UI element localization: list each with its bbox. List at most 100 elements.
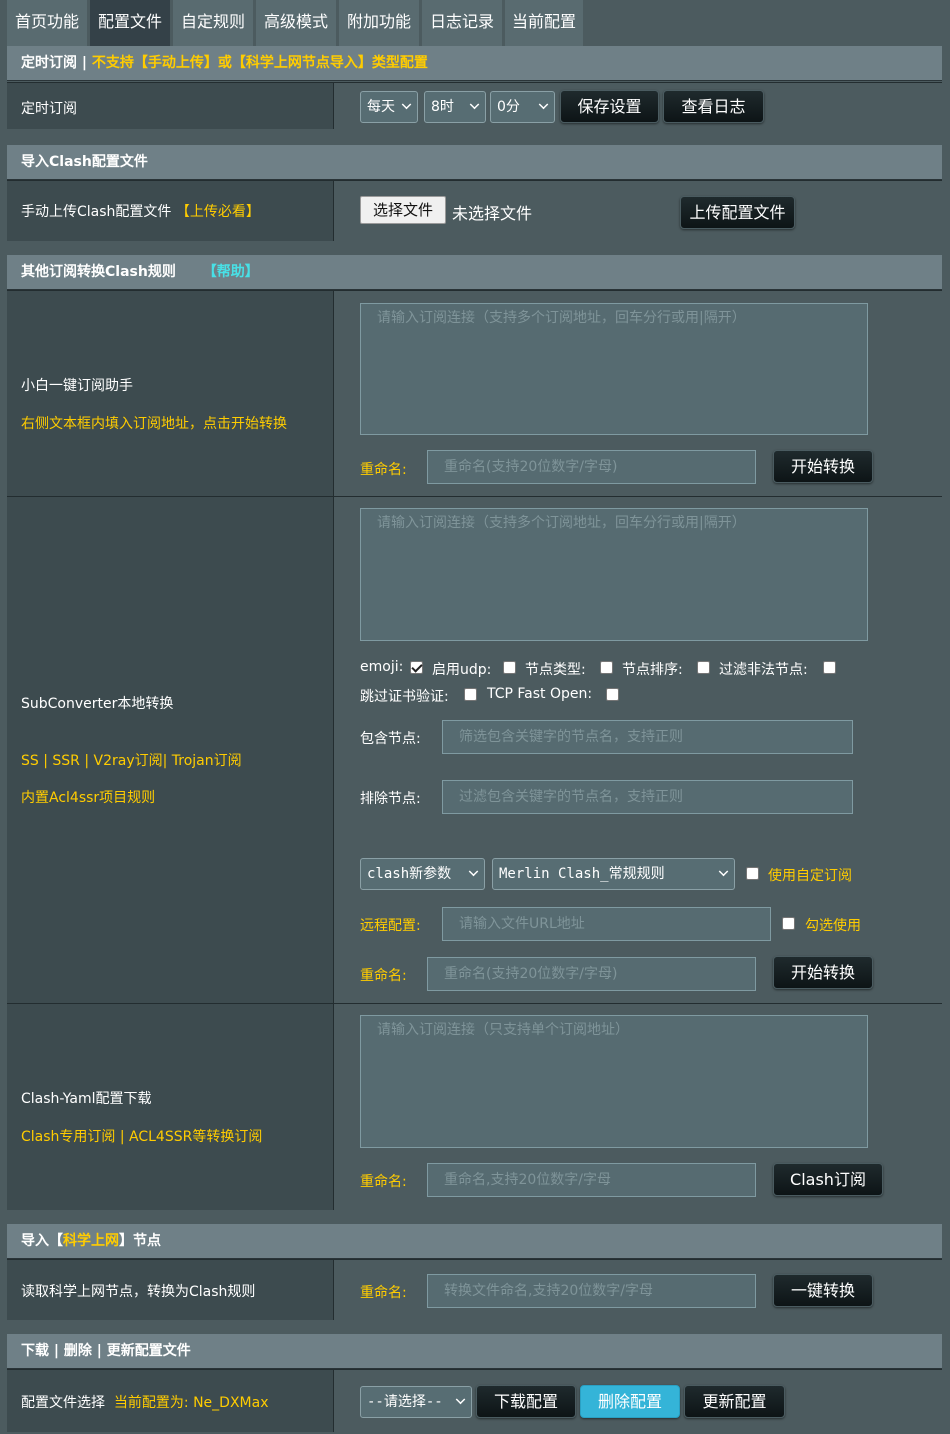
import-clash-label: 手动上传Clash配置文件 xyxy=(21,204,172,220)
minute-select[interactable]: 0分 xyxy=(490,91,555,123)
row-label-cell: Clash-Yaml配置下载 Clash专用订阅 | ACL4SSR等转换订阅 xyxy=(7,1004,334,1210)
udp-checkbox[interactable] xyxy=(503,661,516,674)
chevron-down-icon xyxy=(468,866,479,877)
manage-config-row: 配置文件选择 当前配置为: Ne_DXMax --请选择-- 下载配置 删除配置… xyxy=(7,1369,942,1432)
filter-illegal-checkbox[interactable] xyxy=(823,661,836,674)
timed-label: 定时订阅 xyxy=(21,101,77,117)
rename-label: 重命名: xyxy=(360,1285,407,1301)
include-label: 包含节点: xyxy=(360,731,421,747)
tab-home[interactable]: 首页功能 xyxy=(7,0,87,46)
row-control-cell: --请选择-- 下载配置 删除配置 更新配置 xyxy=(335,1370,942,1432)
config-file-select[interactable]: --请选择-- xyxy=(360,1386,472,1418)
tfo-label: TCP Fast Open: xyxy=(487,686,593,702)
use-remote-label: 勾选使用 xyxy=(805,918,861,934)
udp-label: 启用udp: xyxy=(432,662,492,678)
import-clash-section: 导入Clash配置文件 手动上传Clash配置文件 【上传必看】 选择文件 未选… xyxy=(7,145,942,242)
skip-cert-checkbox[interactable] xyxy=(464,688,477,701)
row-control-cell: 选择文件 未选择文件 上传配置文件 xyxy=(335,181,942,241)
minute-value: 0分 xyxy=(497,99,520,115)
row-control-cell: 请输入订阅连接（只支持单个订阅地址） 重命名: 重命名,支持20位数字/字母 C… xyxy=(335,1004,942,1210)
rule-select[interactable]: Merlin Clash_常规规则 xyxy=(492,858,735,890)
view-log-button[interactable]: 查看日志 xyxy=(663,90,764,123)
emoji-checkbox[interactable] xyxy=(410,661,423,674)
chevron-down-icon xyxy=(469,99,480,110)
rename-label: 重命名: xyxy=(360,1174,407,1190)
chevron-down-icon xyxy=(455,1394,466,1405)
subconverter-row: SubConverter本地转换 SS | SSR | V2ray订阅| Tro… xyxy=(7,496,942,1003)
current-config-label: 当前配置为: xyxy=(113,1395,194,1411)
chevron-down-icon xyxy=(401,99,412,110)
tab-logs[interactable]: 日志记录 xyxy=(422,0,502,46)
row-control-cell: 请输入订阅连接（支持多个订阅地址，回车分行或用|隔开） emoji: 启用udp… xyxy=(335,497,942,1003)
custom-sub-checkbox[interactable] xyxy=(746,867,759,880)
include-nodes-input[interactable]: 筛选包含关键字的节点名，支持正则 xyxy=(442,720,853,754)
day-select[interactable]: 每天 xyxy=(360,91,418,123)
node-sort-label: 节点排序: xyxy=(622,662,683,678)
row-control-cell: 请输入订阅连接（支持多个订阅地址，回车分行或用|隔开） 重命名: 重命名(支持2… xyxy=(335,291,942,496)
save-settings-button[interactable]: 保存设置 xyxy=(560,90,659,123)
rename-label: 重命名: xyxy=(360,968,407,984)
row-label-cell: 手动上传Clash配置文件 【上传必看】 xyxy=(7,181,334,241)
manage-config-header: 下载 | 删除 | 更新配置文件 xyxy=(7,1334,942,1369)
param-select[interactable]: clash新参数 xyxy=(360,858,485,890)
emoji-label: emoji: xyxy=(360,659,404,675)
node-sort-checkbox[interactable] xyxy=(697,661,710,674)
hour-select[interactable]: 8时 xyxy=(424,91,486,123)
yaml-rename-input[interactable]: 重命名,支持20位数字/字母 xyxy=(427,1163,756,1197)
choose-file-button[interactable]: 选择文件 xyxy=(360,196,446,224)
config-select-value: --请选择-- xyxy=(367,1394,443,1410)
tab-config-files[interactable]: 配置文件 xyxy=(90,0,170,46)
chevron-down-icon xyxy=(718,866,729,877)
subconverter-title: SubConverter本地转换 xyxy=(21,696,174,712)
manage-label-line: 配置文件选择 当前配置为: Ne_DXMax xyxy=(21,1392,268,1412)
subconverter-subscription-textarea[interactable]: 请输入订阅连接（支持多个订阅地址，回车分行或用|隔开） xyxy=(360,508,868,641)
manage-config-section: 下载 | 删除 | 更新配置文件 配置文件选择 当前配置为: Ne_DXMax … xyxy=(7,1334,942,1434)
tab-current-config[interactable]: 当前配置 xyxy=(505,0,583,46)
row-control-cell: 每天 8时 0分 保存设置 查看日志 xyxy=(335,83,942,129)
timed-subscription-header: 定时订阅 | 不支持【手动上传】或【科学上网节点导入】类型配置 xyxy=(7,46,942,81)
row-label-cell: SubConverter本地转换 SS | SSR | V2ray订阅| Tro… xyxy=(7,497,334,1003)
chevron-down-icon xyxy=(538,99,549,110)
row-control-cell: 重命名: 转换文件命名,支持20位数字/字母 一键转换 xyxy=(335,1260,942,1320)
assistant-rename-input[interactable]: 重命名(支持20位数字/字母) xyxy=(427,450,756,484)
convert-section: 其他订阅转换Clash规则 【帮助】 小白一键订阅助手 右侧文本框内填入订阅地址… xyxy=(7,255,942,1211)
node-type-checkbox[interactable] xyxy=(600,661,613,674)
no-file-text: 未选择文件 xyxy=(452,204,533,223)
header-highlight: 科学上网 xyxy=(63,1233,119,1249)
tab-advanced[interactable]: 高级模式 xyxy=(256,0,336,46)
subconverter-start-button[interactable]: 开始转换 xyxy=(773,956,873,989)
download-config-button[interactable]: 下载配置 xyxy=(476,1385,576,1418)
use-remote-checkbox[interactable] xyxy=(782,917,795,930)
tfo-checkbox[interactable] xyxy=(606,688,619,701)
upload-config-button[interactable]: 上传配置文件 xyxy=(680,196,795,229)
import-nodes-rename-input[interactable]: 转换文件命名,支持20位数字/字母 xyxy=(427,1274,756,1308)
assistant-subscription-textarea[interactable]: 请输入订阅连接（支持多个订阅地址，回车分行或用|隔开） xyxy=(360,303,868,435)
header-suffix: 】节点 xyxy=(119,1233,161,1249)
import-nodes-section: 导入【科学上网】节点 读取科学上网节点，转换为Clash规则 重命名: 转换文件… xyxy=(7,1224,942,1321)
exclude-label: 排除节点: xyxy=(360,791,421,807)
delete-config-button[interactable]: 删除配置 xyxy=(580,1385,680,1418)
update-config-button[interactable]: 更新配置 xyxy=(684,1385,785,1418)
clash-subscribe-button[interactable]: Clash订阅 xyxy=(773,1163,883,1196)
assistant-start-button[interactable]: 开始转换 xyxy=(773,450,873,483)
help-link[interactable]: 【帮助】 xyxy=(203,264,259,280)
rule-value: Merlin Clash_常规规则 xyxy=(499,866,665,882)
yaml-subscription-textarea[interactable]: 请输入订阅连接（只支持单个订阅地址） xyxy=(360,1015,868,1148)
exclude-nodes-input[interactable]: 过滤包含关键字的节点名，支持正则 xyxy=(442,780,853,814)
subconverter-line1: SS | SSR | V2ray订阅| Trojan订阅 xyxy=(21,753,242,769)
skip-cert-label: 跳过证书验证: xyxy=(360,689,449,705)
convert-header-title: 其他订阅转换Clash规则 xyxy=(21,264,176,280)
subconverter-rename-input[interactable]: 重命名(支持20位数字/字母) xyxy=(427,957,756,991)
custom-sub-label: 使用自定订阅 xyxy=(768,868,852,884)
tab-addons[interactable]: 附加功能 xyxy=(339,0,419,46)
must-read-link[interactable]: 【上传必看】 xyxy=(176,204,260,220)
assistant-row: 小白一键订阅助手 右侧文本框内填入订阅地址，点击开始转换 请输入订阅连接（支持多… xyxy=(7,290,942,496)
yaml-hint: Clash专用订阅 | ACL4SSR等转换订阅 xyxy=(21,1129,263,1145)
tab-bar: 首页功能 配置文件 自定规则 高级模式 附加功能 日志记录 当前配置 xyxy=(0,0,950,46)
import-nodes-header: 导入【科学上网】节点 xyxy=(7,1224,942,1259)
remote-config-input[interactable]: 请输入文件URL地址 xyxy=(442,907,771,941)
one-click-convert-button[interactable]: 一键转换 xyxy=(773,1274,873,1307)
tab-custom-rules[interactable]: 自定规则 xyxy=(173,0,253,46)
rename-label: 重命名: xyxy=(360,462,407,478)
hour-value: 8时 xyxy=(431,99,454,115)
